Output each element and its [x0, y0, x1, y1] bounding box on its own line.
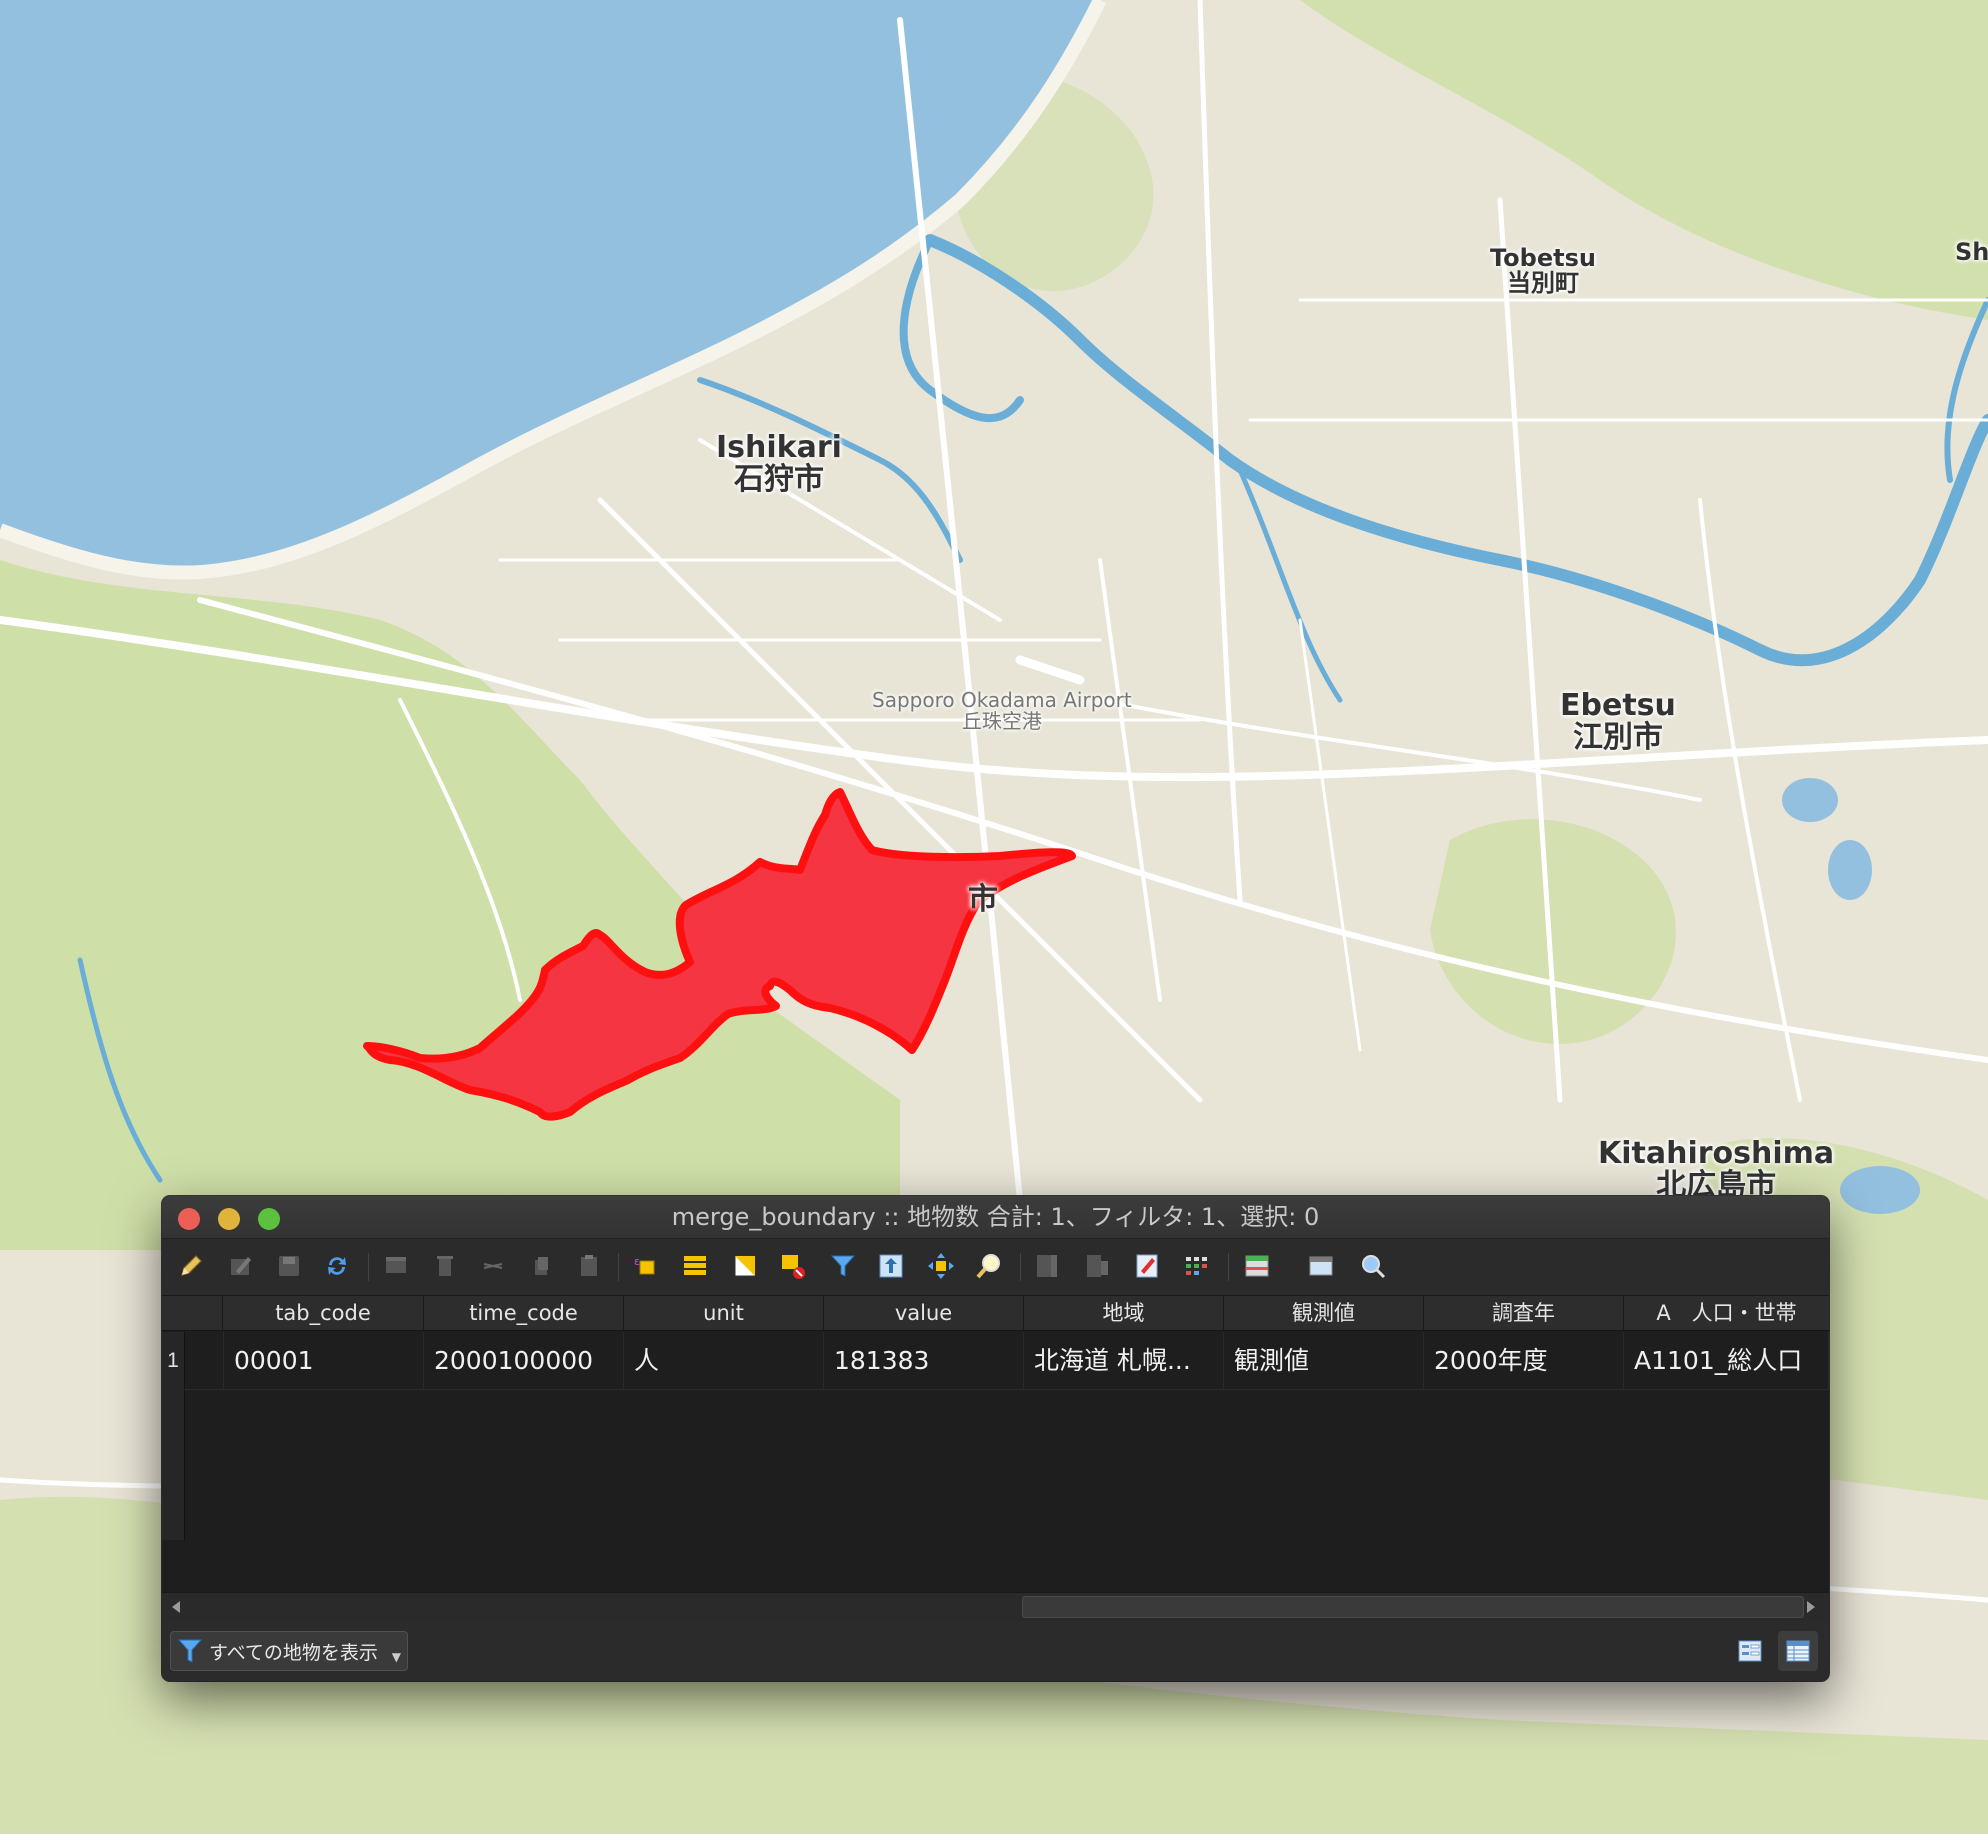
attribute-table-toolbar: ε [162, 1239, 1829, 1296]
cut-icon[interactable] [476, 1249, 510, 1283]
feature-filter-dropdown[interactable]: すべての地物を表示 ▼ [170, 1631, 408, 1671]
row-header-strip [162, 1390, 185, 1540]
delete-feature-icon[interactable] [428, 1249, 462, 1283]
column-header-population[interactable]: A 人口・世帯 [1624, 1296, 1829, 1331]
map-label-en: Ebetsu [1560, 688, 1676, 723]
horizontal-scrollbar[interactable] [162, 1592, 1829, 1621]
map-label-en: Sh [1955, 238, 1988, 266]
map-label-ja: 石狩市 [733, 461, 824, 497]
svg-text:ε: ε [634, 1255, 640, 1268]
actions-icon[interactable] [1304, 1249, 1338, 1283]
map-label-ishikari: Ishikari 石狩市 [716, 432, 842, 495]
column-header-unit[interactable]: unit [624, 1296, 824, 1331]
copy-icon[interactable] [524, 1249, 558, 1283]
pan-to-selected-icon[interactable] [924, 1249, 958, 1283]
zoom-map-icon[interactable] [1356, 1249, 1390, 1283]
move-selection-to-top-icon[interactable] [874, 1249, 908, 1283]
form-view-icon [1738, 1640, 1762, 1662]
select-by-expression-icon[interactable]: ε [628, 1249, 662, 1283]
map-label-partial-city: 市 [968, 884, 998, 916]
conditional-formatting-icon[interactable] [1180, 1249, 1214, 1283]
delete-field-icon[interactable] [1080, 1249, 1114, 1283]
window-titlebar[interactable]: merge_boundary :: 地物数 合計: 1、フィルタ: 1、選択: … [162, 1196, 1829, 1239]
chevron-down-icon: ▼ [391, 1650, 401, 1664]
select-all-icon[interactable] [678, 1249, 712, 1283]
save-edits-icon[interactable] [272, 1249, 306, 1283]
scroll-left-arrow-icon[interactable] [170, 1600, 182, 1614]
table-cell[interactable]: 観測値 [1224, 1332, 1424, 1390]
filter-icon [177, 1639, 203, 1663]
deselect-all-icon[interactable] [776, 1249, 810, 1283]
table-cell[interactable]: 2000年度 [1424, 1332, 1624, 1390]
scrollbar-thumb[interactable] [1022, 1596, 1804, 1618]
attribute-table-window[interactable]: merge_boundary :: 地物数 合計: 1、フィルタ: 1、選択: … [162, 1196, 1829, 1681]
column-header-value[interactable]: value [824, 1296, 1024, 1331]
table-cell[interactable]: 00001 [224, 1332, 424, 1390]
form-view-button[interactable] [1730, 1631, 1770, 1671]
filter-icon[interactable] [826, 1249, 860, 1283]
map-label-ebetsu: Ebetsu 江別市 [1560, 690, 1676, 753]
map-label-en: Sapporo Okadama Airport [872, 688, 1132, 712]
add-feature-icon[interactable] [380, 1249, 414, 1283]
map-label-ja: 当別町 [1506, 269, 1579, 298]
column-header-tab-code[interactable]: tab_code [223, 1296, 424, 1331]
map-label-en: Ishikari [716, 430, 842, 465]
invert-selection-icon[interactable] [728, 1249, 762, 1283]
table-cell[interactable]: 北海道 札幌... [1024, 1332, 1224, 1390]
multi-edit-icon[interactable] [224, 1249, 258, 1283]
table-cell[interactable]: 人 [624, 1332, 824, 1390]
scroll-right-arrow-icon[interactable] [1805, 1600, 1817, 1614]
table-cell[interactable]: 2000100000 [424, 1332, 624, 1390]
column-header-time-code[interactable]: time_code [424, 1296, 624, 1331]
map-label-tobetsu: Tobetsu 当別町 [1490, 244, 1596, 298]
column-header-survey-year[interactable]: 調査年 [1424, 1296, 1624, 1331]
paste-icon[interactable] [572, 1249, 606, 1283]
map-label-ja: 市 [968, 882, 998, 917]
map-label-en: Kitahiroshima [1598, 1136, 1835, 1171]
table-cell[interactable]: 181383 [824, 1332, 1024, 1390]
field-calculator-icon[interactable] [1130, 1249, 1164, 1283]
map-label-ja: 丘珠空港 [961, 709, 1042, 733]
zoom-to-selected-icon[interactable] [972, 1249, 1006, 1283]
window-title: merge_boundary :: 地物数 合計: 1、フィルタ: 1、選択: … [671, 1203, 1320, 1231]
row-header-corner[interactable] [162, 1296, 223, 1331]
column-header-observed[interactable]: 観測値 [1224, 1296, 1424, 1331]
dock-table-icon[interactable] [1240, 1249, 1274, 1283]
row-number[interactable]: 1 [162, 1332, 185, 1390]
map-label-en: Tobetsu [1490, 244, 1596, 272]
map-label-kitahiroshima: Kitahiroshima 北広島市 [1598, 1138, 1834, 1201]
map-label-ja: 江別市 [1572, 719, 1663, 755]
reload-icon[interactable] [320, 1249, 354, 1283]
map-label-airport: Sapporo Okadama Airport 丘珠空港 [872, 690, 1132, 732]
table-view-button[interactable] [1778, 1631, 1818, 1671]
table-row[interactable]: 1 00001 2000100000 人 181383 北海道 札幌... 観測… [162, 1332, 1829, 1390]
attribute-table-statusbar: すべての地物を表示 ▼ [162, 1621, 1829, 1681]
filter-label: すべての地物を表示 [209, 1641, 378, 1664]
new-field-icon[interactable] [1030, 1249, 1064, 1283]
edit-pencil-icon[interactable] [174, 1249, 208, 1283]
table-cell-hidden [184, 1332, 224, 1390]
table-view-icon [1786, 1640, 1810, 1662]
column-header-region[interactable]: 地域 [1024, 1296, 1224, 1331]
map-label-sh: Sh [1955, 238, 1988, 266]
attribute-table: tab_code time_code unit value 地域 観測値 調査年… [162, 1296, 1829, 1540]
table-cell[interactable]: A1101_総人口 [1624, 1332, 1829, 1390]
